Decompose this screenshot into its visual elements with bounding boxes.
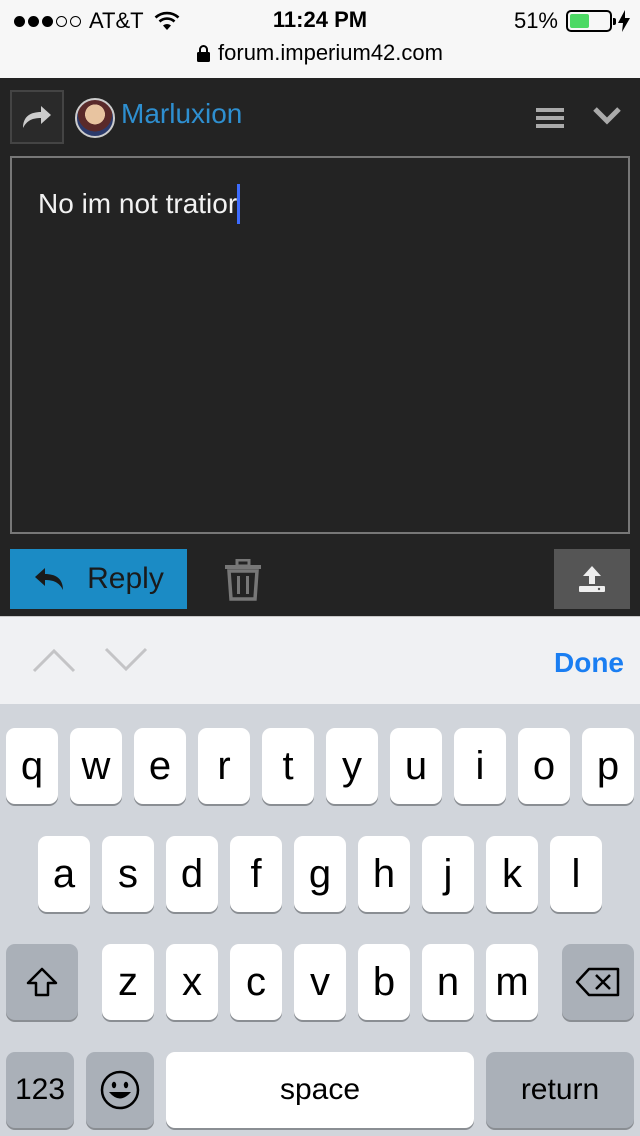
- key-h[interactable]: h: [358, 836, 410, 912]
- key-p[interactable]: p: [582, 728, 634, 804]
- avatar[interactable]: [75, 98, 115, 138]
- key-m[interactable]: m: [486, 944, 538, 1020]
- battery-info: 51%: [514, 8, 630, 34]
- backspace-icon: [575, 967, 620, 997]
- message-textarea[interactable]: No im not tratior: [10, 156, 630, 534]
- key-d[interactable]: d: [166, 836, 218, 912]
- form-accessory-bar: Done: [0, 616, 640, 704]
- key-q[interactable]: q: [6, 728, 58, 804]
- battery-level: [570, 14, 590, 28]
- message-text: No im not tratior: [38, 188, 238, 219]
- done-button[interactable]: Done: [554, 647, 624, 679]
- key-o[interactable]: o: [518, 728, 570, 804]
- key-j[interactable]: j: [422, 836, 474, 912]
- reply-arrow-icon: [35, 568, 64, 590]
- delete-key[interactable]: [562, 944, 634, 1020]
- upload-button[interactable]: [554, 549, 630, 609]
- url-text: forum.imperium42.com: [218, 40, 443, 65]
- chevron-down-icon[interactable]: [104, 647, 148, 673]
- lock-icon: [197, 44, 211, 62]
- key-f[interactable]: f: [230, 836, 282, 912]
- text-caret: [237, 184, 241, 224]
- emoji-icon: [100, 1070, 140, 1110]
- battery-percent: 51%: [513, 8, 558, 33]
- key-c[interactable]: c: [230, 944, 282, 1020]
- username-link[interactable]: Marluxion: [121, 98, 242, 130]
- emoji-key[interactable]: [86, 1052, 154, 1128]
- chevron-down-icon[interactable]: [592, 106, 622, 126]
- battery-icon: [566, 10, 616, 32]
- key-b[interactable]: b: [358, 944, 410, 1020]
- keyboard: q w e r t y u i o p a s d f g h j k l z …: [0, 704, 640, 1136]
- key-a[interactable]: a: [38, 836, 90, 912]
- key-k[interactable]: k: [486, 836, 538, 912]
- key-i[interactable]: i: [454, 728, 506, 804]
- reply-button-label: Reply: [87, 562, 164, 595]
- message-text-wrap: No im not tratior: [38, 184, 241, 224]
- reply-editor-panel: Marluxion No im not tratior Reply: [0, 78, 640, 616]
- reply-button[interactable]: Reply: [10, 549, 187, 609]
- key-n[interactable]: n: [422, 944, 474, 1020]
- key-g[interactable]: g: [294, 836, 346, 912]
- return-key[interactable]: return: [486, 1052, 634, 1128]
- upload-icon: [579, 566, 605, 592]
- trash-icon[interactable]: [224, 559, 262, 601]
- key-l[interactable]: l: [550, 836, 602, 912]
- hamburger-menu-icon[interactable]: [536, 106, 564, 130]
- numbers-key[interactable]: 123: [6, 1052, 74, 1128]
- address-bar[interactable]: forum.imperium42.com: [0, 40, 640, 66]
- space-key[interactable]: space: [166, 1052, 474, 1128]
- key-s[interactable]: s: [102, 836, 154, 912]
- key-v[interactable]: v: [294, 944, 346, 1020]
- key-w[interactable]: w: [70, 728, 122, 804]
- share-button[interactable]: [10, 90, 64, 144]
- charging-icon: [618, 10, 630, 32]
- key-t[interactable]: t: [262, 728, 314, 804]
- key-y[interactable]: y: [326, 728, 378, 804]
- key-z[interactable]: z: [102, 944, 154, 1020]
- key-r[interactable]: r: [198, 728, 250, 804]
- key-u[interactable]: u: [390, 728, 442, 804]
- chevron-up-icon[interactable]: [32, 647, 76, 673]
- status-bar: AT&T 11:24 PM 51% forum.imperium42.com: [0, 0, 640, 78]
- key-e[interactable]: e: [134, 728, 186, 804]
- shift-key[interactable]: [6, 944, 78, 1020]
- share-arrow-icon: [23, 106, 51, 128]
- key-x[interactable]: x: [166, 944, 218, 1020]
- shift-arrow-icon: [26, 967, 58, 997]
